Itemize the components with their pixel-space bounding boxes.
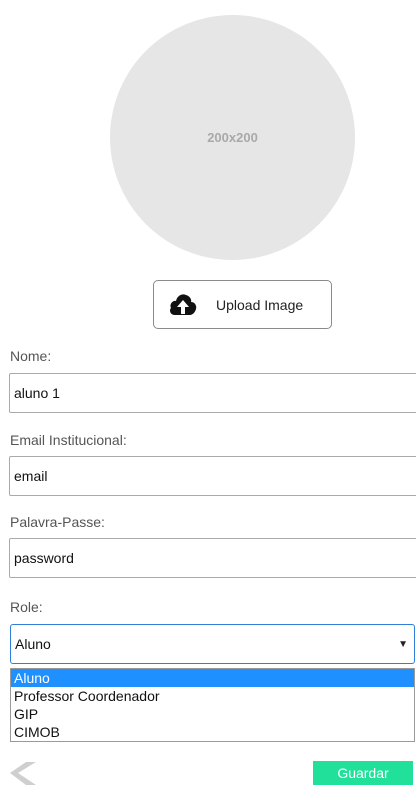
- role-select-value: Aluno: [15, 636, 51, 652]
- avatar-placeholder: 200x200: [110, 15, 355, 260]
- role-option-gip[interactable]: GIP: [11, 705, 414, 723]
- profile-form-page: 200x200 Upload Image Nome: Email Institu…: [0, 0, 416, 785]
- role-select[interactable]: Aluno ▼: [10, 624, 415, 664]
- email-input[interactable]: [9, 456, 416, 496]
- upload-image-label: Upload Image: [216, 296, 304, 313]
- upload-image-button[interactable]: Upload Image: [153, 280, 332, 329]
- nome-label: Nome:: [10, 348, 52, 364]
- nome-input[interactable]: [9, 373, 416, 413]
- password-label: Palavra-Passe:: [10, 514, 105, 530]
- cloud-upload-icon: [170, 293, 197, 315]
- avatar-placeholder-text: 200x200: [207, 130, 258, 145]
- email-label: Email Institucional:: [10, 432, 127, 448]
- chevron-left-icon[interactable]: [10, 762, 40, 785]
- save-button[interactable]: Guardar: [313, 761, 413, 785]
- role-option-professor-coordenador[interactable]: Professor Coordenador: [11, 687, 414, 705]
- dropdown-caret-icon: ▼: [398, 638, 408, 650]
- role-label: Role:: [10, 599, 43, 615]
- role-option-aluno[interactable]: Aluno: [11, 669, 414, 687]
- role-dropdown-list: Aluno Professor Coordenador GIP CIMOB: [10, 668, 415, 742]
- password-input[interactable]: [9, 538, 416, 578]
- role-option-cimob[interactable]: CIMOB: [11, 723, 414, 741]
